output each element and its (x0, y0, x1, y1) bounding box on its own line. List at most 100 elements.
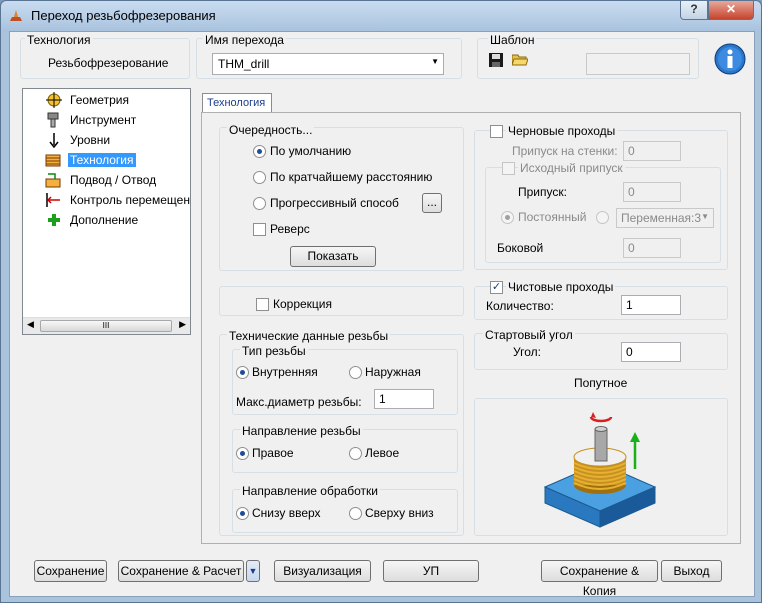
app-icon (10, 10, 22, 21)
tree-item-levels[interactable]: Уровни (23, 130, 190, 150)
chevron-down-icon: ▼ (248, 566, 258, 576)
open-folder-icon[interactable] (512, 52, 528, 66)
template-field[interactable] (586, 53, 690, 75)
scroll-thumb[interactable]: III (40, 320, 172, 332)
finish-passes-title[interactable]: Чистовые проходы (506, 280, 616, 294)
allowance-field[interactable]: 0 (623, 182, 681, 202)
approach-icon (45, 173, 61, 188)
crosshair-icon (46, 92, 62, 108)
scroll-left-icon[interactable]: ◀ (27, 319, 34, 330)
bottom-up-radio[interactable] (236, 507, 249, 520)
order-more-button[interactable]: ... (422, 193, 442, 213)
operation-name-label: Имя перехода (203, 33, 286, 47)
variable-value: Переменная:3 (621, 211, 702, 225)
side-allowance-field[interactable]: 0 (623, 238, 681, 258)
finish-passes-group: ✓ Чистовые проходы Количество: 1 (474, 280, 728, 320)
left-hand-radio[interactable] (349, 447, 362, 460)
finish-count-field[interactable]: 1 (621, 295, 681, 315)
tree-item-motion-control[interactable]: Контроль перемещен (23, 190, 190, 210)
navigation-tree[interactable]: Геометрия Инструмент Уровни Технология П… (22, 88, 191, 335)
internal-thread-radio[interactable] (236, 366, 249, 379)
external-thread-label[interactable]: Наружная (365, 365, 421, 379)
rough-passes-checkbox[interactable] (490, 125, 503, 138)
scroll-right-icon[interactable]: ▶ (179, 319, 186, 330)
tree-item-approach[interactable]: Подвод / Отвод (23, 170, 190, 190)
order-shortest-label[interactable]: По кратчайшему расстоянию (270, 170, 432, 184)
dialog-window: Переход резьбофрезерования ? ✕ Технологи… (0, 0, 762, 603)
internal-thread-label[interactable]: Внутренняя (252, 365, 318, 379)
tree-horizontal-scrollbar[interactable]: ◀ III ▶ (23, 317, 190, 334)
technology-label: Технология (25, 33, 93, 47)
save-copy-button[interactable]: Сохранение & Копия (541, 560, 658, 598)
tab-technology[interactable]: Технология (202, 93, 272, 113)
save-calc-button[interactable]: Сохранение & Расчет (118, 560, 244, 582)
operation-name-group: Имя перехода THM_drill ▼ (196, 33, 462, 79)
initial-allowance-title[interactable]: Исходный припуск (518, 161, 625, 175)
operation-name-combo[interactable]: THM_drill ▼ (212, 53, 444, 75)
save-disk-icon[interactable] (489, 53, 503, 67)
correction-checkbox[interactable] (256, 298, 269, 311)
top-down-radio[interactable] (349, 507, 362, 520)
left-hand-label[interactable]: Левое (365, 446, 399, 460)
constant-radio[interactable] (501, 211, 514, 224)
machining-direction-group: Направление обработки Снизу вверх Сверху… (232, 484, 458, 533)
nc-button[interactable]: УП (383, 560, 479, 582)
chevron-down-icon: ▼ (431, 57, 439, 66)
max-diameter-field[interactable]: 1 (374, 389, 434, 409)
tree-item-technology[interactable]: Технология (23, 150, 190, 170)
external-thread-radio[interactable] (349, 366, 362, 379)
order-default-label[interactable]: По умолчанию (270, 144, 351, 158)
initial-allowance-checkbox[interactable] (502, 162, 515, 175)
right-hand-label[interactable]: Правое (252, 446, 294, 460)
variable-combo[interactable]: Переменная:3 ▼ (616, 208, 714, 228)
motion-control-icon (46, 193, 60, 207)
chevron-down-icon: ▼ (701, 212, 709, 221)
save-calc-dropdown[interactable]: ▼ (246, 560, 260, 582)
bottom-up-label[interactable]: Снизу вверх (252, 506, 321, 520)
correction-label[interactable]: Коррекция (273, 297, 332, 311)
start-angle-group: Стартовый угол Угол: 0 (474, 328, 728, 370)
tree-item-tool[interactable]: Инструмент (23, 110, 190, 130)
info-icon[interactable] (714, 43, 746, 75)
order-shortest-radio[interactable] (253, 171, 266, 184)
reverse-label[interactable]: Реверс (270, 222, 310, 236)
dialog-body: Технология Резьбофрезерование Имя перехо… (9, 31, 755, 598)
wall-allowance-field[interactable]: 0 (623, 141, 681, 161)
tree-item-label: Уровни (70, 133, 111, 147)
template-group: Шаблон (477, 33, 699, 79)
tree-item-addition[interactable]: Дополнение (23, 210, 190, 230)
thread-data-title: Технические данные резьбы (227, 329, 391, 343)
finish-passes-checkbox[interactable]: ✓ (490, 281, 503, 294)
top-down-label[interactable]: Сверху вниз (365, 506, 434, 520)
thread-data-group: Технические данные резьбы Тип резьбы Вну… (219, 329, 464, 536)
title-bar[interactable]: Переход резьбофрезерования ? ✕ (1, 1, 761, 31)
show-button[interactable]: Показать (290, 246, 376, 267)
order-title[interactable]: Очередность... (227, 123, 315, 137)
angle-label: Угол: (513, 345, 541, 359)
constant-label[interactable]: Постоянный (518, 210, 586, 224)
close-title-button[interactable]: ✕ (708, 1, 754, 20)
rough-passes-title[interactable]: Черновые проходы (506, 124, 618, 138)
help-title-button[interactable]: ? (680, 1, 708, 20)
plus-icon (48, 214, 60, 226)
initial-allowance-group: Исходный припуск Припуск: 0 Постоянный П… (485, 161, 721, 263)
operation-name-value: THM_drill (218, 57, 270, 71)
template-label: Шаблон (488, 33, 537, 47)
order-progressive-radio[interactable] (253, 197, 266, 210)
angle-field[interactable]: 0 (621, 342, 681, 362)
visualize-button[interactable]: Визуализация (274, 560, 371, 582)
right-hand-radio[interactable] (236, 447, 249, 460)
tree-item-label: Подвод / Отвод (70, 173, 157, 187)
order-default-radio[interactable] (253, 145, 266, 158)
levels-icon (49, 133, 59, 148)
window-title: Переход резьбофрезерования (31, 8, 216, 23)
variable-radio[interactable] (596, 211, 609, 224)
tree-item-geometry[interactable]: Геометрия (23, 90, 190, 110)
preview-panel (474, 398, 728, 536)
reverse-checkbox[interactable] (253, 223, 266, 236)
exit-button[interactable]: Выход (661, 560, 722, 582)
tree-item-label: Инструмент (70, 113, 137, 127)
machining-direction-title: Направление обработки (240, 484, 380, 498)
save-button[interactable]: Сохранение (34, 560, 107, 582)
order-progressive-label[interactable]: Прогрессивный способ (270, 196, 399, 210)
